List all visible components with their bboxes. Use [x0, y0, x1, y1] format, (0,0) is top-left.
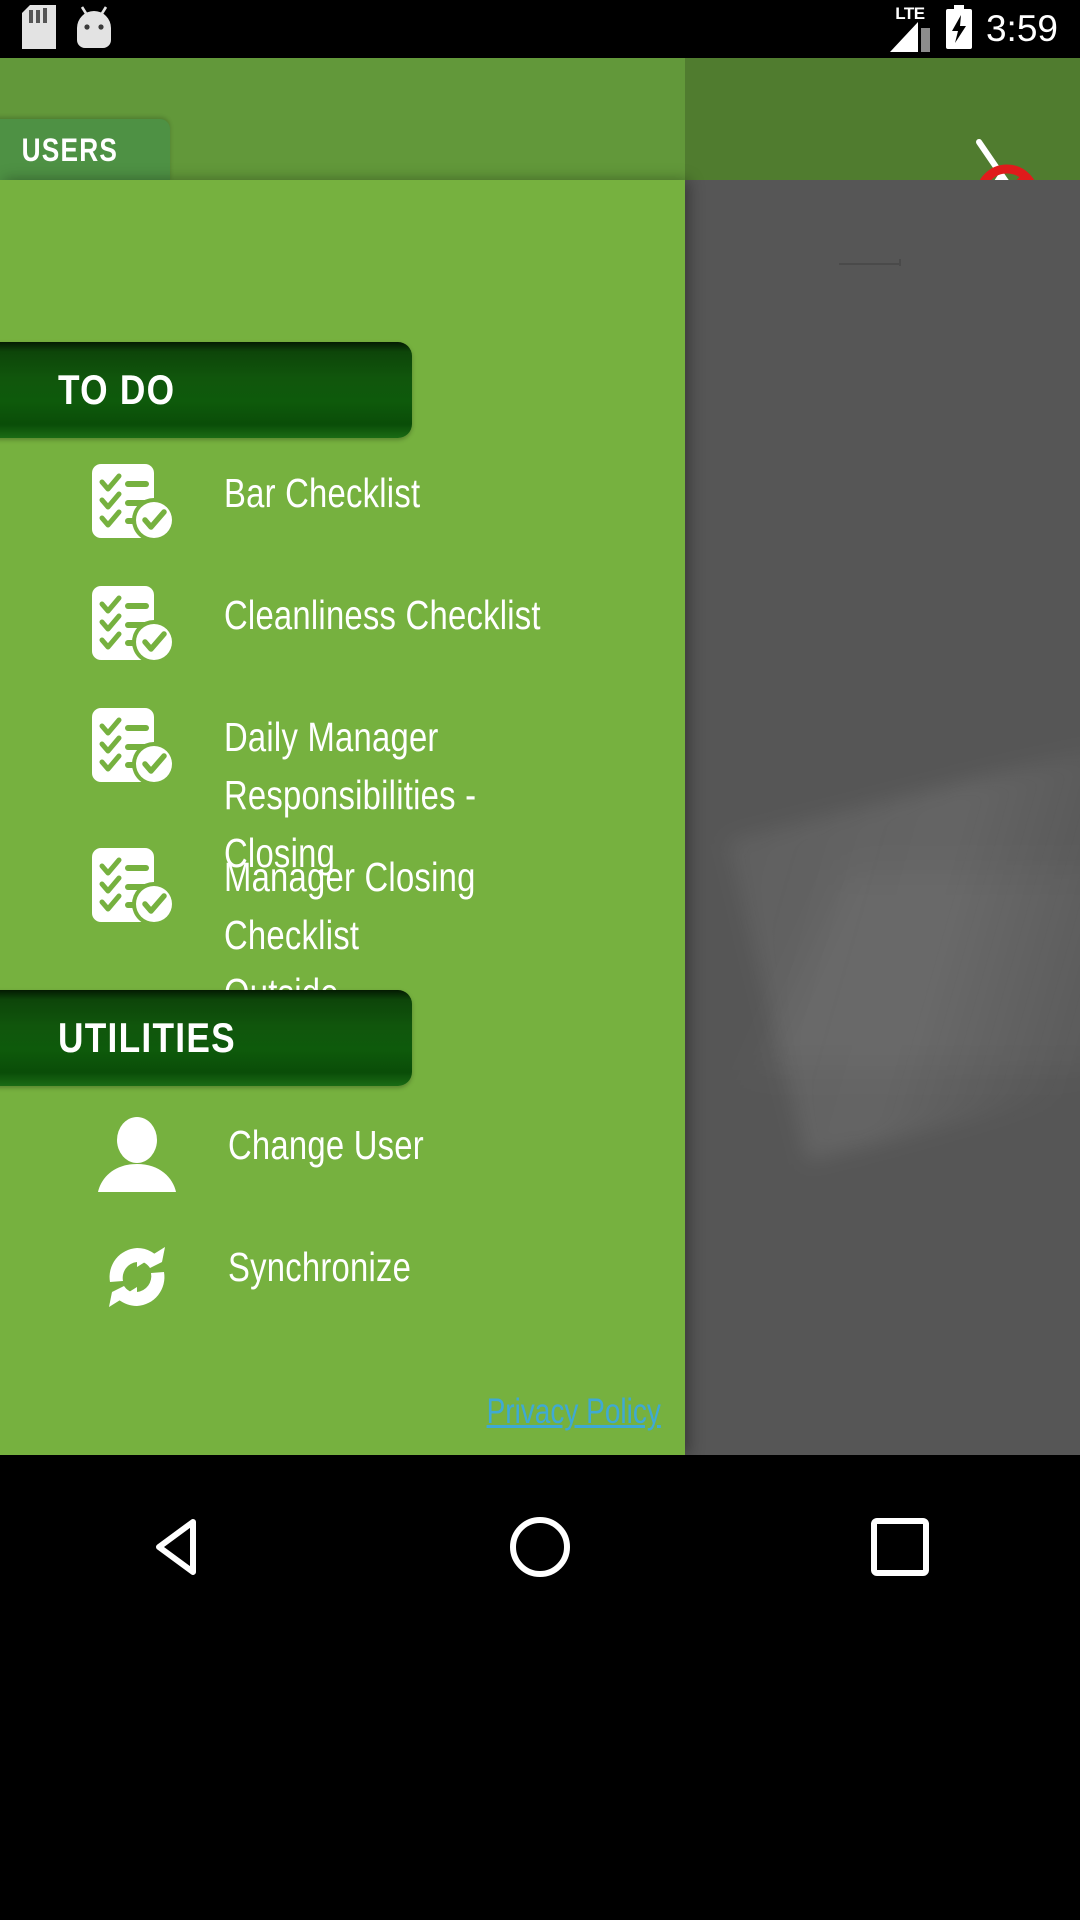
privacy-policy-link[interactable]: Privacy Policy [0, 1392, 685, 1432]
drawer-item-label: Synchronize [228, 1244, 412, 1290]
section-header-todo: TO DO [0, 342, 412, 438]
drawer-item-synchronize[interactable]: Synchronize [0, 1236, 685, 1318]
background-divider-tick [899, 259, 901, 266]
app-screen: LTE 3:59 USERS TO DO Bar Checklist Clean… [0, 0, 1080, 1920]
checklist-icon [88, 846, 184, 928]
square-recents-icon [871, 1518, 929, 1576]
battery-charging-icon [944, 4, 974, 54]
tab-users-label: USERS [21, 132, 119, 168]
android-head-icon [74, 4, 114, 55]
back-button[interactable] [120, 1487, 240, 1607]
status-bar-left-icons [0, 4, 114, 55]
triangle-back-icon [156, 1519, 196, 1575]
circle-home-icon [510, 1517, 570, 1577]
checklist-icon [88, 584, 184, 666]
sync-refresh-icon [92, 1236, 188, 1318]
user-icon [92, 1114, 188, 1196]
section-header-utilities-label: UTILITIES [58, 1014, 236, 1061]
drawer-item-cleanliness-checklist[interactable]: Cleanliness Checklist [0, 584, 685, 666]
home-button[interactable] [480, 1487, 600, 1607]
checklist-icon [88, 462, 184, 544]
status-bar: LTE 3:59 [0, 0, 1080, 58]
drawer-item-label: Change User [228, 1122, 424, 1168]
section-header-utilities: UTILITIES [0, 990, 412, 1086]
drawer-item-label: Bar Checklist [224, 470, 421, 516]
signal-bars-icon [889, 21, 930, 52]
section-header-todo-label: TO DO [58, 366, 176, 413]
status-bar-right-icons: LTE 3:59 [888, 4, 1080, 54]
tab-users[interactable]: USERS [0, 119, 170, 182]
checklist-icon [88, 706, 184, 788]
drawer-item-label: Cleanliness Checklist [224, 592, 541, 638]
navigation-drawer: TO DO Bar Checklist Cleanliness Checklis… [0, 180, 685, 1455]
recents-button[interactable] [840, 1487, 960, 1607]
signal-indicator: LTE [888, 5, 932, 54]
drawer-item-change-user[interactable]: Change User [0, 1114, 685, 1196]
background-divider-line [839, 263, 900, 265]
privacy-policy-link-label: Privacy Policy [486, 1392, 661, 1431]
system-navigation-bar [0, 1455, 1080, 1920]
clock-time: 3:59 [985, 8, 1058, 49]
sd-card-icon [22, 4, 56, 54]
drawer-item-bar-checklist[interactable]: Bar Checklist [0, 462, 685, 544]
